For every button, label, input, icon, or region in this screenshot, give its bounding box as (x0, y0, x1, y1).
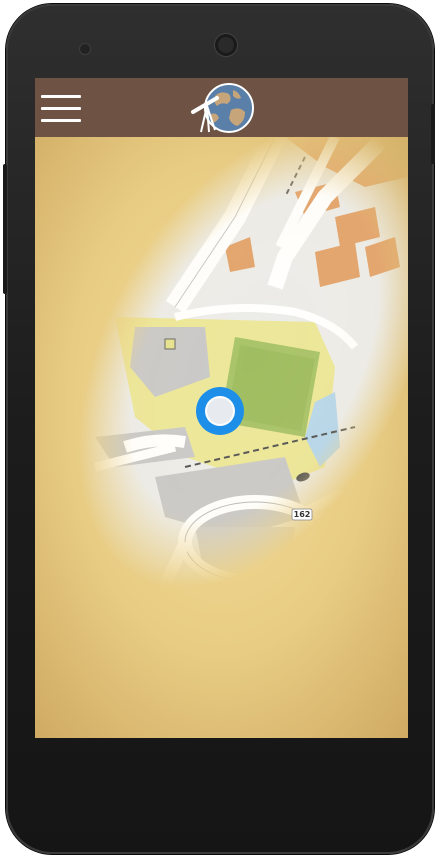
svg-text:162: 162 (294, 510, 311, 519)
hamburger-menu-icon-line (41, 119, 81, 122)
power-button (431, 104, 435, 164)
hamburger-menu-icon (41, 95, 81, 98)
earpiece-speaker (215, 34, 237, 56)
road-shield-162: 162 (291, 508, 313, 521)
hamburger-menu-icon-line (41, 107, 81, 110)
front-camera (80, 44, 90, 54)
menu-button[interactable] (41, 95, 81, 123)
app-bar (35, 78, 408, 137)
telescope-globe-logo-icon (191, 83, 254, 133)
current-location-icon[interactable] (196, 387, 244, 435)
map-tiles (35, 137, 408, 738)
map-view[interactable]: 162 (35, 137, 408, 738)
volume-button (3, 164, 7, 294)
app-screen: 162 (35, 78, 408, 738)
